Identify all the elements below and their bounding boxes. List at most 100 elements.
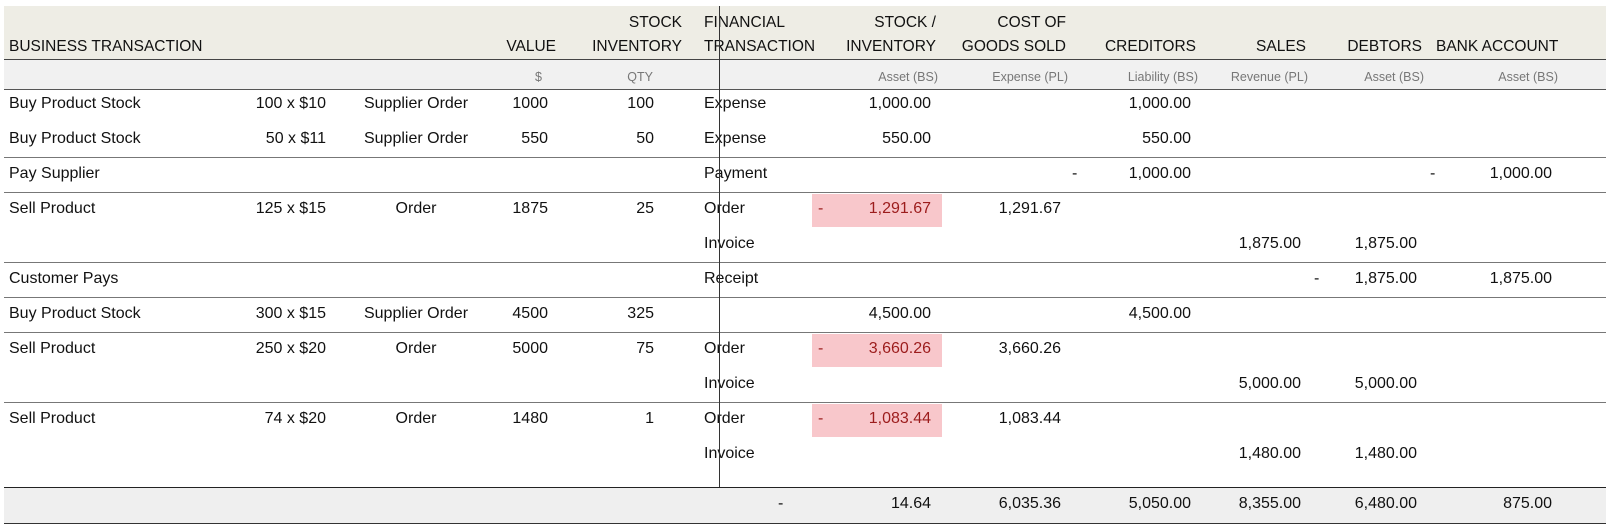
- row-stock[interactable]: 1,291.67: [830, 200, 931, 218]
- total-sales[interactable]: 8,355.00: [1200, 495, 1301, 513]
- total-debtors[interactable]: 6,480.00: [1330, 495, 1417, 513]
- row-value[interactable]: 5000: [480, 340, 548, 358]
- row-creditors[interactable]: 1,000.00: [1080, 95, 1191, 113]
- row-financial-type[interactable]: Receipt: [704, 270, 758, 288]
- row-financial-type[interactable]: Order: [704, 410, 745, 428]
- row-order-type[interactable]: Order: [350, 340, 482, 358]
- total-bank[interactable]: 875.00: [1440, 495, 1552, 513]
- col-stock-inventory-1[interactable]: STOCK: [580, 14, 682, 32]
- row-description[interactable]: Sell Product: [9, 410, 95, 428]
- row-financial-type[interactable]: Payment: [704, 165, 767, 183]
- row-debtors[interactable]: 5,000.00: [1330, 375, 1417, 393]
- row-description[interactable]: Buy Product Stock: [9, 130, 141, 148]
- row-separator: [4, 297, 1606, 298]
- col-financial-transaction-2[interactable]: TRANSACTION: [704, 38, 815, 56]
- col-sales[interactable]: SALES: [1220, 38, 1306, 56]
- row-qty-price[interactable]: 125 x $15: [230, 200, 326, 218]
- spreadsheet: BUSINESS TRANSACTION VALUE STOCK INVENTO…: [0, 0, 1610, 526]
- row-financial-type[interactable]: Invoice: [704, 375, 755, 393]
- col-financial-transaction-1[interactable]: FINANCIAL: [704, 14, 785, 32]
- col-stock-acct-2[interactable]: INVENTORY: [830, 38, 936, 56]
- col-stock-inventory-2[interactable]: INVENTORY: [580, 38, 682, 56]
- row-debtors[interactable]: 1,875.00: [1330, 270, 1417, 288]
- col-value[interactable]: VALUE: [480, 38, 556, 56]
- row-qty-price[interactable]: 300 x $15: [230, 305, 326, 323]
- row-separator: [4, 157, 1606, 158]
- row-stock[interactable]: 4,500.00: [830, 305, 931, 323]
- row-creditors-sign[interactable]: -: [1072, 165, 1077, 183]
- col-stock-acct-1[interactable]: STOCK /: [830, 14, 936, 32]
- row-stock-sign[interactable]: -: [818, 410, 823, 428]
- row-bank[interactable]: 1,000.00: [1440, 165, 1552, 183]
- col-debtors[interactable]: DEBTORS: [1330, 38, 1422, 56]
- row-stock-qty[interactable]: 1: [580, 410, 654, 428]
- row-order-type[interactable]: Order: [350, 410, 482, 428]
- row-stock-sign[interactable]: -: [818, 340, 823, 358]
- total-sign[interactable]: -: [778, 495, 783, 513]
- row-debtors-sign[interactable]: -: [1314, 270, 1319, 288]
- row-description[interactable]: Sell Product: [9, 340, 95, 358]
- row-order-type[interactable]: Order: [350, 200, 482, 218]
- row-qty-price[interactable]: 100 x $10: [230, 95, 326, 113]
- row-description[interactable]: Customer Pays: [9, 270, 118, 288]
- total-creditors[interactable]: 5,050.00: [1080, 495, 1191, 513]
- row-value[interactable]: 550: [480, 130, 548, 148]
- row-cogs[interactable]: 1,291.67: [950, 200, 1061, 218]
- row-financial-type[interactable]: Order: [704, 340, 745, 358]
- row-sales[interactable]: 5,000.00: [1200, 375, 1301, 393]
- row-sales[interactable]: 1,480.00: [1200, 445, 1301, 463]
- row-value[interactable]: 4500: [480, 305, 548, 323]
- row-stock-qty[interactable]: 100: [580, 95, 654, 113]
- row-order-type[interactable]: Supplier Order: [350, 95, 482, 113]
- type-debtors: Asset (BS): [1364, 70, 1424, 84]
- row-description[interactable]: Pay Supplier: [9, 165, 100, 183]
- row-bank[interactable]: 1,875.00: [1440, 270, 1552, 288]
- row-stock-qty[interactable]: 50: [580, 130, 654, 148]
- row-order-type[interactable]: Supplier Order: [350, 305, 482, 323]
- row-stock-sign[interactable]: -: [818, 200, 823, 218]
- col-creditors[interactable]: CREDITORS: [1090, 38, 1196, 56]
- col-business-transaction[interactable]: BUSINESS TRANSACTION: [9, 38, 203, 56]
- row-stock-qty[interactable]: 25: [580, 200, 654, 218]
- row-financial-type[interactable]: Invoice: [704, 235, 755, 253]
- row-creditors[interactable]: 4,500.00: [1080, 305, 1191, 323]
- row-financial-type[interactable]: Expense: [704, 95, 766, 113]
- row-cogs[interactable]: 3,660.26: [950, 340, 1061, 358]
- row-description[interactable]: Buy Product Stock: [9, 95, 141, 113]
- total-cogs[interactable]: 6,035.36: [950, 495, 1061, 513]
- row-order-type[interactable]: Supplier Order: [350, 130, 482, 148]
- row-description[interactable]: Buy Product Stock: [9, 305, 141, 323]
- row-stock-qty[interactable]: 325: [580, 305, 654, 323]
- total-stock[interactable]: 14.64: [830, 495, 931, 513]
- row-description[interactable]: Sell Product: [9, 200, 95, 218]
- row-stock[interactable]: 3,660.26: [830, 340, 931, 358]
- row-cogs[interactable]: 1,083.44: [950, 410, 1061, 428]
- row-debtors[interactable]: 1,875.00: [1330, 235, 1417, 253]
- col-bank-account[interactable]: BANK ACCOUNT: [1436, 38, 1558, 56]
- row-qty-price[interactable]: 250 x $20: [230, 340, 326, 358]
- row-value[interactable]: 1875: [480, 200, 548, 218]
- row-value[interactable]: 1000: [480, 95, 548, 113]
- row-bank-sign[interactable]: -: [1430, 165, 1435, 183]
- type-cogs: Expense (PL): [992, 70, 1068, 84]
- row-financial-type[interactable]: Order: [704, 200, 745, 218]
- row-separator: [4, 262, 1606, 263]
- row-creditors[interactable]: 1,000.00: [1080, 165, 1191, 183]
- type-stock: Asset (BS): [878, 70, 938, 84]
- col-cogs-2[interactable]: GOODS SOLD: [950, 38, 1066, 56]
- row-value[interactable]: 1480: [480, 410, 548, 428]
- row-separator: [4, 332, 1606, 333]
- row-qty-price[interactable]: 50 x $11: [230, 130, 326, 148]
- type-sales: Revenue (PL): [1230, 70, 1308, 84]
- row-creditors[interactable]: 550.00: [1080, 130, 1191, 148]
- row-stock[interactable]: 1,083.44: [830, 410, 931, 428]
- row-financial-type[interactable]: Invoice: [704, 445, 755, 463]
- row-stock-qty[interactable]: 75: [580, 340, 654, 358]
- col-cogs-1[interactable]: COST OF: [950, 14, 1066, 32]
- row-sales[interactable]: 1,875.00: [1200, 235, 1301, 253]
- row-financial-type[interactable]: Expense: [704, 130, 766, 148]
- row-stock[interactable]: 1,000.00: [830, 95, 931, 113]
- row-qty-price[interactable]: 74 x $20: [230, 410, 326, 428]
- row-debtors[interactable]: 1,480.00: [1330, 445, 1417, 463]
- row-stock[interactable]: 550.00: [830, 130, 931, 148]
